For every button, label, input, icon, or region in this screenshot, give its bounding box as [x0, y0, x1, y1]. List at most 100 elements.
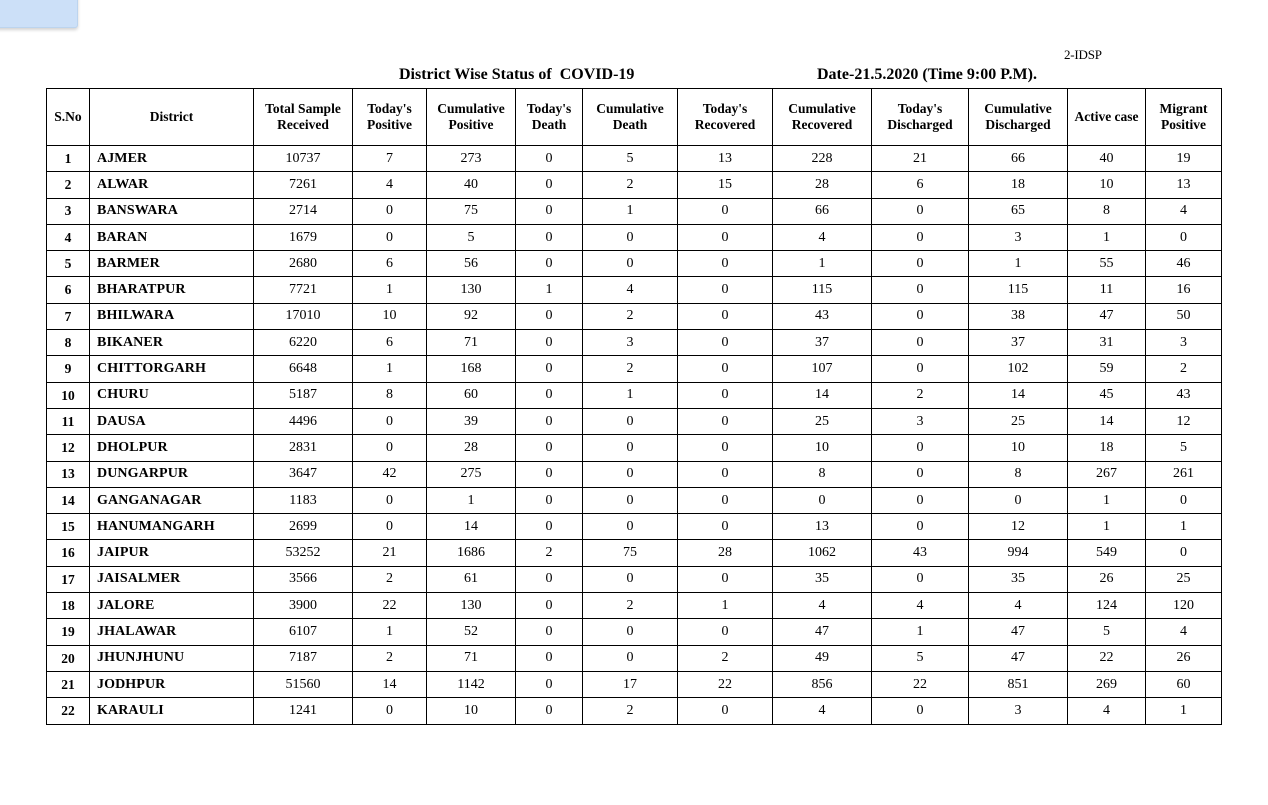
cell-cdis: 14 — [968, 381, 1068, 409]
cell-migrant: 1 — [1145, 697, 1222, 725]
cell-district: BIKANER — [89, 329, 254, 357]
cell-tdis: 0 — [871, 355, 969, 383]
cell-trec: 0 — [677, 355, 773, 383]
cell-migrant: 120 — [1145, 592, 1222, 620]
cell-tpos: 0 — [352, 197, 427, 225]
cell-cdis: 3 — [968, 223, 1068, 252]
cell-tpos: 8 — [352, 381, 427, 409]
cell-cdeath: 2 — [582, 697, 678, 725]
cell-crec: 13 — [772, 513, 872, 541]
cell-active: 1 — [1067, 513, 1146, 541]
cell-sample: 6107 — [253, 618, 353, 646]
table-row: 17 JAISALMER 3566 2 61 0 0 0 35 0 35 26 25 — [46, 565, 1222, 594]
cell-crec: 4 — [772, 697, 872, 725]
cell-cdis: 18 — [968, 171, 1068, 199]
cell-cdeath: 2 — [582, 302, 678, 331]
cell-tpos: 4 — [352, 171, 427, 199]
column-header-line1: Today's — [702, 101, 748, 117]
cell-tdeath: 0 — [515, 223, 583, 252]
cell-cdeath: 1 — [582, 381, 678, 409]
cell-sno: 21 — [46, 670, 90, 699]
cell-crec: 8 — [772, 460, 872, 488]
cell-tpos: 0 — [352, 434, 427, 462]
cell-trec: 0 — [677, 407, 773, 436]
cell-tpos: 0 — [352, 697, 427, 725]
table-row: 6 BHARATPUR 7721 1 130 1 4 0 115 0 115 11 16 — [46, 276, 1222, 304]
cell-sample: 2680 — [253, 250, 353, 278]
cell-cpos: 1686 — [426, 539, 516, 567]
cell-sample: 6220 — [253, 329, 353, 357]
cell-tpos: 42 — [352, 460, 427, 488]
cell-migrant: 60 — [1145, 670, 1222, 699]
cell-tdeath: 0 — [515, 486, 583, 515]
cell-migrant: 50 — [1145, 302, 1222, 331]
column-header-crec: Cumulative Recovered — [772, 88, 872, 146]
cell-sno: 10 — [46, 381, 90, 409]
cell-crec: 14 — [772, 381, 872, 409]
cell-migrant: 4 — [1145, 197, 1222, 225]
table-row: 7 BHILWARA 17010 10 92 0 2 0 43 0 38 47 50 — [46, 302, 1222, 331]
cell-cpos: 28 — [426, 434, 516, 462]
cell-crec: 228 — [772, 144, 872, 173]
cell-migrant: 25 — [1145, 565, 1222, 594]
cell-district: BARAN — [89, 223, 254, 252]
column-header-line1: Today's — [526, 101, 572, 117]
cell-active: 10 — [1067, 171, 1146, 199]
cell-active: 549 — [1067, 539, 1146, 567]
cell-sample: 4496 — [253, 407, 353, 436]
cell-district: JHUNJHUNU — [89, 644, 254, 672]
cell-sno: 17 — [46, 565, 90, 594]
cell-tdeath: 0 — [515, 460, 583, 488]
column-header-district: District — [89, 88, 254, 146]
column-header-line2: Positive — [367, 117, 412, 132]
cell-cdis: 994 — [968, 539, 1068, 567]
cell-crec: 10 — [772, 434, 872, 462]
cell-trec: 0 — [677, 434, 773, 462]
cell-trec: 0 — [677, 486, 773, 515]
cell-tdis: 22 — [871, 670, 969, 699]
cell-tpos: 0 — [352, 223, 427, 252]
cell-crec: 25 — [772, 407, 872, 436]
cell-active: 47 — [1067, 302, 1146, 331]
top-left-panel[interactable] — [0, 0, 78, 28]
cell-migrant: 12 — [1145, 407, 1222, 436]
column-header-cpos: Cumulative Positive — [426, 88, 516, 146]
cell-migrant: 16 — [1145, 276, 1222, 304]
cell-tdis: 2 — [871, 381, 969, 409]
column-header-active: Active case — [1067, 88, 1146, 146]
cell-district: KARAULI — [89, 697, 254, 725]
column-header-line2: Discharged — [985, 117, 1051, 132]
cell-tdis: 0 — [871, 223, 969, 252]
table-row: 8 BIKANER 6220 6 71 0 3 0 37 0 37 31 3 — [46, 329, 1222, 357]
cell-tdeath: 0 — [515, 197, 583, 225]
cell-district: DAUSA — [89, 407, 254, 436]
cell-cdeath: 0 — [582, 486, 678, 515]
cell-trec: 0 — [677, 618, 773, 646]
cell-tdeath: 0 — [515, 644, 583, 672]
cell-sample: 1679 — [253, 223, 353, 252]
cell-tpos: 6 — [352, 250, 427, 278]
document-page: 2-IDSP District Wise Status of COVID-19 … — [0, 0, 1268, 805]
cell-tdis: 0 — [871, 697, 969, 725]
table-row: 12 DHOLPUR 2831 0 28 0 0 0 10 0 10 18 5 — [46, 434, 1222, 462]
cell-tdis: 0 — [871, 486, 969, 515]
cell-sample: 10737 — [253, 144, 353, 173]
cell-active: 55 — [1067, 250, 1146, 278]
cell-cpos: 14 — [426, 513, 516, 541]
cell-tpos: 6 — [352, 329, 427, 357]
cell-sno: 9 — [46, 355, 90, 383]
cell-active: 31 — [1067, 329, 1146, 357]
cell-district: JALORE — [89, 592, 254, 620]
table-row: 13 DUNGARPUR 3647 42 275 0 0 0 8 0 8 267 261 — [46, 460, 1222, 488]
cell-active: 1 — [1067, 223, 1146, 252]
cell-cpos: 60 — [426, 381, 516, 409]
cell-sno: 18 — [46, 592, 90, 620]
cell-migrant: 4 — [1145, 618, 1222, 646]
cell-cpos: 168 — [426, 355, 516, 383]
cell-cpos: 130 — [426, 276, 516, 304]
cell-tdeath: 0 — [515, 302, 583, 331]
cell-trec: 0 — [677, 460, 773, 488]
cell-migrant: 0 — [1145, 223, 1222, 252]
column-header-sno: S.No — [46, 88, 90, 146]
cell-crec: 0 — [772, 486, 872, 515]
